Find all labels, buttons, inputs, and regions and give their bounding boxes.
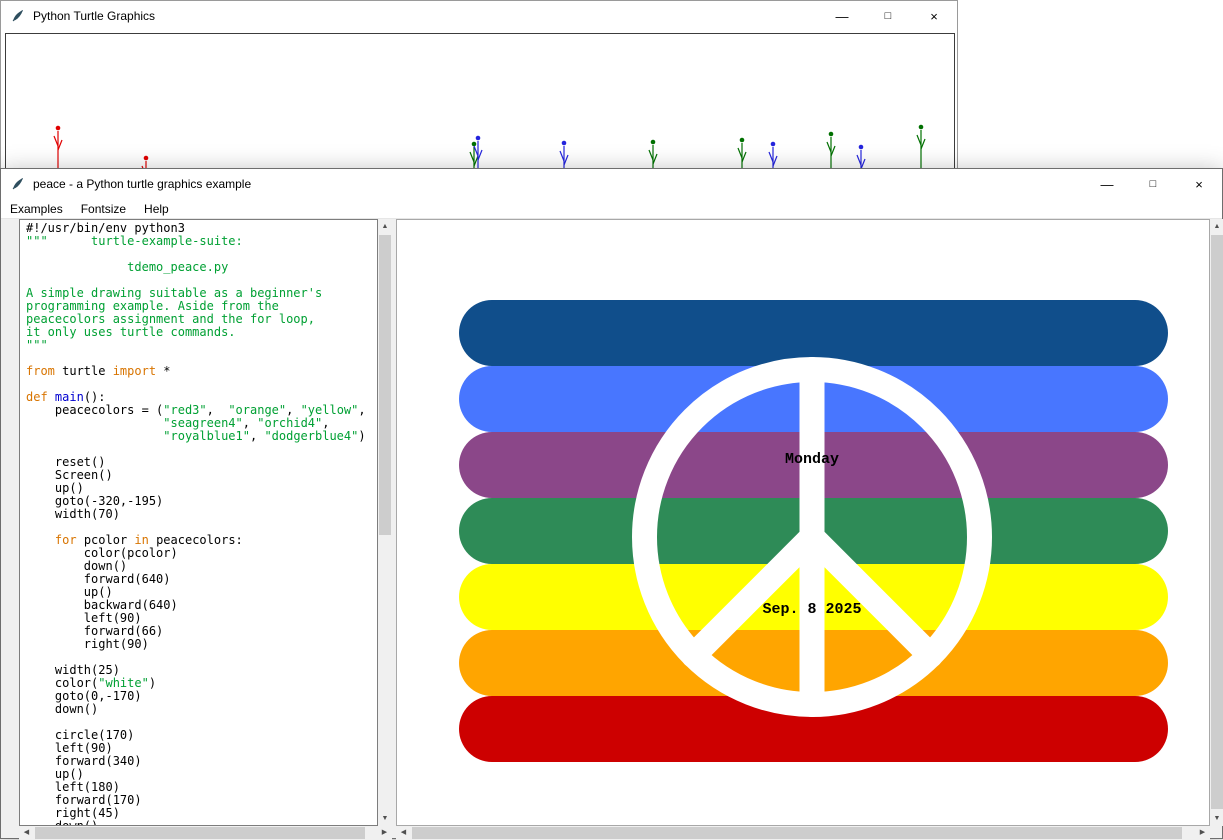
code-horizontal-scrollbar[interactable]: ◀ ▶ xyxy=(19,826,392,840)
scroll-left-icon[interactable]: ◀ xyxy=(19,826,34,840)
tk-feather-icon xyxy=(10,8,26,24)
scroll-right-icon[interactable]: ▶ xyxy=(377,826,392,840)
scrollbar-thumb[interactable] xyxy=(35,827,365,839)
main-close-button[interactable]: × xyxy=(1176,169,1222,199)
canvas-vertical-scrollbar[interactable]: ▲ ▼ xyxy=(1210,219,1223,826)
scroll-up-icon[interactable]: ▲ xyxy=(378,219,392,234)
menubar: Examples Fontsize Help xyxy=(1,199,1222,219)
code-pane[interactable]: #!/usr/bin/env python3""" turtle-example… xyxy=(19,219,378,826)
date-label: Sep. 8 2025 xyxy=(762,601,861,618)
menu-help[interactable]: Help xyxy=(135,199,178,219)
scroll-down-icon[interactable]: ▼ xyxy=(1210,811,1223,826)
scroll-up-icon[interactable]: ▲ xyxy=(1210,219,1223,234)
scroll-down-icon[interactable]: ▼ xyxy=(378,811,392,826)
weekday-label: Monday xyxy=(785,451,839,468)
tree xyxy=(54,126,62,174)
bg-minimize-button[interactable]: — xyxy=(819,1,865,31)
tk-feather-icon xyxy=(10,176,26,192)
bg-maximize-button[interactable]: □ xyxy=(865,1,911,31)
main-titlebar[interactable]: peace - a Python turtle graphics example… xyxy=(1,169,1222,199)
tree xyxy=(917,125,925,174)
menu-examples[interactable]: Examples xyxy=(1,199,72,219)
bg-close-button[interactable]: × xyxy=(911,1,957,31)
drawing-canvas: Monday Sep. 8 2025 xyxy=(396,219,1210,826)
bg-window-title: Python Turtle Graphics xyxy=(33,9,155,23)
main-window-title: peace - a Python turtle graphics example xyxy=(33,177,251,191)
peace-window: peace - a Python turtle graphics example… xyxy=(0,168,1223,839)
main-minimize-button[interactable]: — xyxy=(1084,169,1130,199)
code-area[interactable]: #!/usr/bin/env python3""" turtle-example… xyxy=(26,222,377,825)
canvas-horizontal-scrollbar[interactable]: ◀ ▶ xyxy=(396,826,1210,840)
scrollbar-thumb[interactable] xyxy=(1211,235,1223,809)
main-maximize-button[interactable]: □ xyxy=(1130,169,1176,199)
menu-fontsize[interactable]: Fontsize xyxy=(72,199,135,219)
scrollbar-thumb[interactable] xyxy=(379,235,391,535)
scrollbar-thumb[interactable] xyxy=(412,827,1182,839)
code-vertical-scrollbar[interactable]: ▲ ▼ xyxy=(378,219,392,826)
scroll-right-icon[interactable]: ▶ xyxy=(1195,826,1210,840)
bg-titlebar[interactable]: Python Turtle Graphics — □ × xyxy=(1,1,957,31)
scroll-left-icon[interactable]: ◀ xyxy=(396,826,411,840)
peace-symbol xyxy=(397,220,1210,826)
